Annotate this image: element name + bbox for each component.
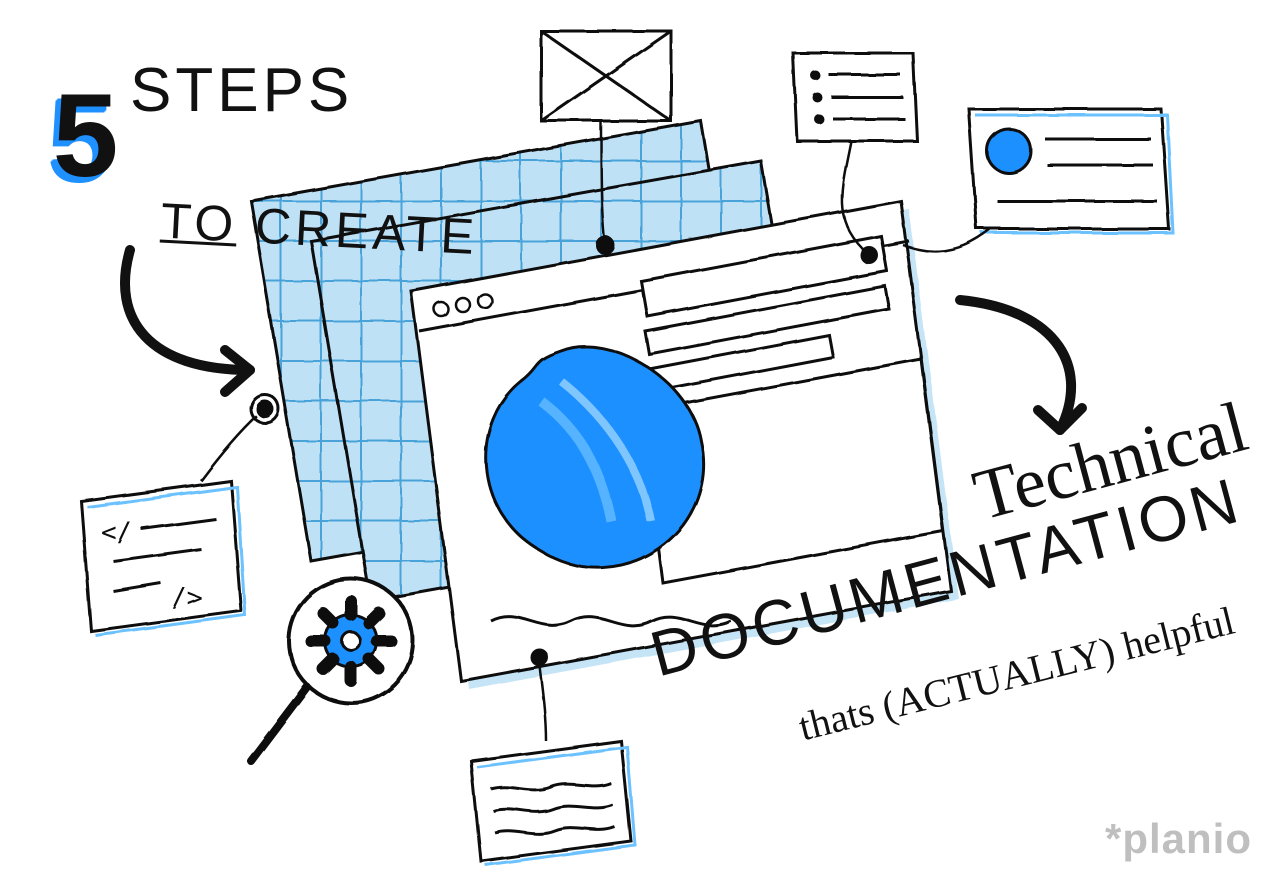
illustration: </ /> bbox=[0, 0, 1280, 881]
arrow-right bbox=[960, 300, 1082, 430]
asterisk-icon: * bbox=[1105, 815, 1122, 862]
svg-text:/>: /> bbox=[170, 582, 201, 612]
title-steps: STEPS bbox=[130, 55, 353, 126]
callout-code-block: </ /> bbox=[80, 394, 278, 634]
magnify-gear-icon bbox=[250, 578, 412, 760]
title-to-create: TO CREATE bbox=[86, 130, 483, 324]
svg-text:</: </ bbox=[100, 517, 131, 547]
brand-logo: *planio bbox=[1105, 815, 1252, 863]
callout-profile-card bbox=[902, 108, 1172, 250]
